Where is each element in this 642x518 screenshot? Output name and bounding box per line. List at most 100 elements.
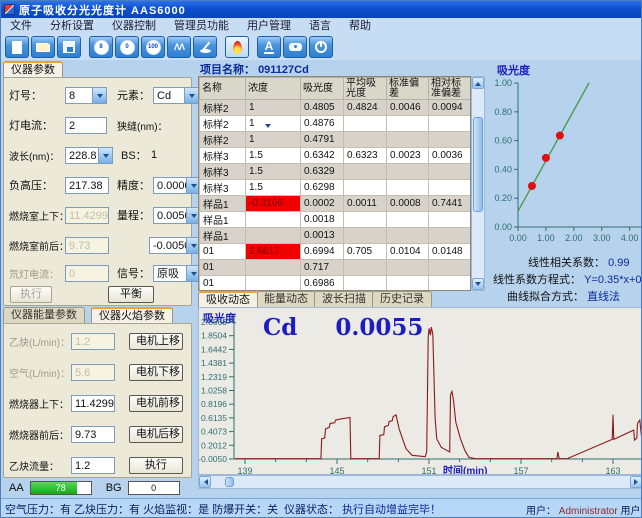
cell-rsd (429, 180, 472, 196)
cell-name: 标样3 (200, 180, 246, 196)
toolbar: 80100ΛΛ A (1, 34, 642, 60)
tab-dynamic-0[interactable]: 吸收动态 (198, 291, 258, 307)
table-row[interactable]: 标样210.4876 (200, 116, 472, 132)
flame-row-button[interactable]: 电机后移 (129, 426, 183, 443)
lamp-icon (289, 43, 302, 51)
equation-value: Y=0.35*x+0 (584, 274, 642, 286)
cell-sd (387, 260, 429, 276)
gauge-100-button[interactable]: 100 (141, 36, 165, 58)
pressure-status-text: 空气压力：有 乙炔压力：有 火焰监视：是 防爆开关：关 (5, 501, 278, 517)
tab-flame-1[interactable]: 仪器火焰参数 (91, 307, 173, 323)
table-row[interactable]: 标样31.50.6329 (200, 164, 472, 180)
menu-item-6[interactable]: 帮助 (340, 18, 380, 34)
flame-row-input[interactable]: 1.2 (71, 457, 115, 474)
results-table-scrollbar[interactable] (471, 76, 485, 291)
cell-sd: 0.0008 (387, 196, 429, 212)
column-header[interactable]: 吸光度 (301, 78, 344, 100)
column-header[interactable]: 平均吸光度 (344, 78, 387, 100)
peaks-button[interactable]: ΛΛ (167, 36, 191, 58)
aa-energy-bar: 78 (30, 481, 92, 495)
table-row[interactable]: 标样31.50.63420.63230.00230.0036 (200, 148, 472, 164)
open-folder-button[interactable] (31, 36, 55, 58)
cell-conc: 1 (246, 116, 301, 132)
title-bar: 原子吸收分光光度计 AAS6000 (1, 1, 642, 18)
flame-row-button[interactable]: 电机下移 (129, 364, 183, 381)
flame-row-button[interactable]: 电机上移 (129, 333, 183, 350)
table-row[interactable]: 样品10.0018 (200, 212, 472, 228)
gauge-0-button[interactable]: 0 (115, 36, 139, 58)
tab-dynamic-1[interactable]: 能量动态 (256, 291, 316, 307)
column-header[interactable]: 名称 (200, 78, 246, 100)
scrollbar-thumb[interactable] (225, 477, 234, 487)
lamp-current-label: 灯电流： (9, 117, 65, 133)
scroll-up-icon[interactable] (472, 77, 484, 89)
lamp-button[interactable] (283, 36, 307, 58)
tab-dynamic-3[interactable]: 历史记录 (372, 291, 432, 307)
range-select[interactable]: 0.0050 (153, 207, 201, 224)
save-button[interactable] (57, 36, 81, 58)
menu-item-2[interactable]: 仪器控制 (103, 18, 165, 34)
signal-select[interactable]: 原吸 (153, 265, 201, 282)
table-row[interactable]: 标样210.48050.48240.00460.0094 (200, 100, 472, 116)
scroll-left-icon[interactable] (199, 476, 211, 488)
element-select[interactable]: Cd (153, 87, 199, 104)
column-header[interactable]: 相对标准偏差 (429, 78, 472, 100)
app-icon (4, 4, 15, 15)
lamp-no-select[interactable]: 8 (65, 87, 107, 104)
table-row[interactable]: 010.6986 (200, 276, 472, 292)
tab-flame-0[interactable]: 仪器能量参数 (3, 307, 85, 323)
svg-text:时间(min): 时间(min) (443, 464, 487, 475)
cell-abs: 0.6986 (301, 276, 344, 292)
open-folder-icon (36, 43, 50, 52)
table-row[interactable]: 标样210.4791 (200, 132, 472, 148)
autosampler-button[interactable]: A (257, 36, 281, 58)
cell-avg: 0.705 (344, 244, 387, 260)
tab-instrument-params[interactable]: 仪器参数 (3, 61, 63, 77)
flame-button[interactable] (225, 36, 249, 58)
table-row[interactable]: 011.66170.69940.7050.01040.0148 (200, 244, 472, 260)
bg-energy-value: 0 (128, 481, 180, 495)
cell-conc (246, 260, 301, 276)
gauge-8-button[interactable]: 8 (89, 36, 113, 58)
cell-rsd: 0.0036 (429, 148, 472, 164)
neg-hv-input[interactable]: 217.38 (65, 177, 109, 194)
dynamic-chart-hscrollbar[interactable] (198, 475, 642, 489)
offset-select[interactable]: -0.0050 (149, 237, 201, 254)
svg-text:0.00: 0.00 (509, 233, 527, 243)
cell-avg (344, 132, 387, 148)
scrollbar-thumb[interactable] (473, 117, 483, 212)
column-header[interactable]: 标准偏差 (387, 78, 429, 100)
menu-item-0[interactable]: 文件 (1, 18, 41, 34)
menu-item-3[interactable]: 管理员功能 (165, 18, 238, 34)
chevron-down-icon (97, 94, 103, 101)
lamp-current-input[interactable]: 2 (65, 117, 107, 134)
menu-item-1[interactable]: 分析设置 (41, 18, 103, 34)
wavelength-select[interactable]: 228.8 (65, 147, 113, 164)
precision-select[interactable]: 0.0000 (153, 177, 201, 194)
flame-row-input[interactable]: 9.73 (71, 426, 115, 443)
flame-row-input[interactable]: 11.4299 (71, 395, 115, 412)
scroll-right-icon[interactable] (630, 476, 642, 488)
balance-button[interactable]: 平衡 (108, 286, 154, 303)
column-header[interactable]: 浓度 (246, 78, 301, 100)
chevron-down-icon (189, 94, 195, 101)
cell-avg: 0.4824 (344, 100, 387, 116)
menu-item-5[interactable]: 语言 (300, 18, 340, 34)
burner-adjust-button[interactable] (193, 36, 217, 58)
power-button[interactable] (309, 36, 333, 58)
menu-item-4[interactable]: 用户管理 (238, 18, 300, 34)
table-row[interactable]: 标样31.50.6298 (200, 180, 472, 196)
cell-sd (387, 164, 429, 180)
flame-row-button[interactable]: 电机前移 (129, 395, 183, 412)
table-row[interactable]: 样品10.0013 (200, 228, 472, 244)
tab-dynamic-2[interactable]: 波长扫描 (314, 291, 374, 307)
cell-conc (246, 276, 301, 292)
svg-text:163: 163 (605, 466, 620, 475)
execute-button[interactable]: 执行 (10, 286, 52, 303)
table-row[interactable]: 010.717 (200, 260, 472, 276)
new-file-button[interactable] (5, 36, 29, 58)
table-row[interactable]: 样品1-0.31660.00020.00110.00080.7441 (200, 196, 472, 212)
scroll-down-icon[interactable] (472, 278, 484, 290)
cell-sd (387, 132, 429, 148)
flame-row-button[interactable]: 执行 (129, 457, 183, 474)
